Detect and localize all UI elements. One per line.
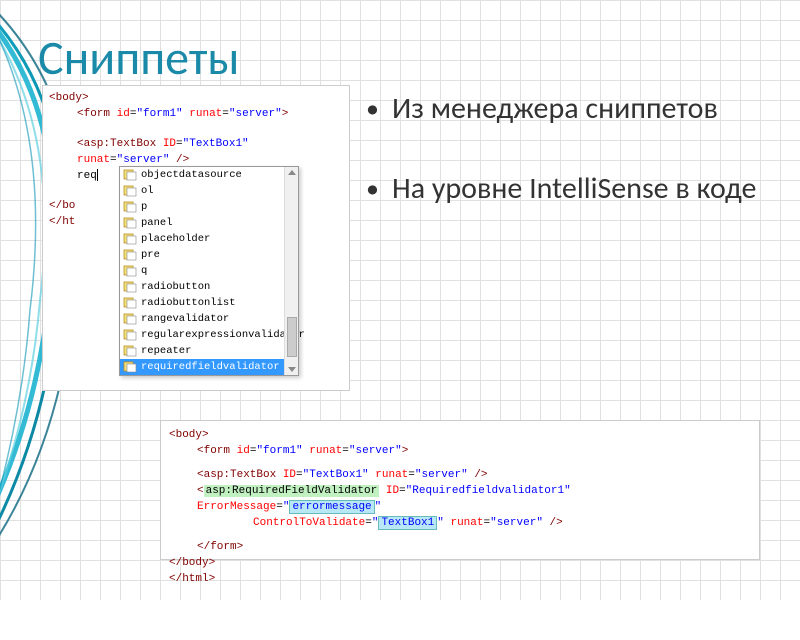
bullet-item: Из менеджера сниппетов	[366, 90, 770, 128]
typed-text: req	[77, 170, 97, 182]
highlighted-tag: asp:RequiredFieldValidator	[204, 485, 380, 497]
autocomplete-item-label: ol	[141, 185, 154, 197]
highlighted-errormessage: errormessage	[289, 500, 374, 514]
autocomplete-item[interactable]: pre	[120, 247, 298, 263]
scrollbar-thumb[interactable]	[287, 317, 297, 357]
autocomplete-item[interactable]: q	[120, 263, 298, 279]
intellisense-screenshot: <body> <form id="form1" runat="server"> …	[42, 85, 350, 391]
scrollbar[interactable]	[284, 167, 298, 375]
autocomplete-item[interactable]: objectdatasource	[120, 167, 298, 183]
autocomplete-item-label: radiobuttonlist	[141, 297, 236, 309]
snippet-icon	[123, 233, 137, 245]
bullet-item: На уровне IntelliSense в коде	[366, 170, 770, 208]
autocomplete-item-label: objectdatasource	[141, 169, 242, 181]
snippet-icon	[123, 249, 137, 261]
snippet-icon	[123, 281, 137, 293]
code-result-screenshot: <body> <form id="form1" runat="server"> …	[160, 420, 760, 560]
slide-title: Сниппеты	[38, 28, 239, 87]
autocomplete-item[interactable]: placeholder	[120, 231, 298, 247]
autocomplete-item-label: panel	[141, 217, 173, 229]
autocomplete-item-label: placeholder	[141, 233, 210, 245]
highlighted-control: TextBox1	[378, 516, 437, 530]
snippet-icon	[123, 345, 137, 357]
autocomplete-item-label: rangevalidator	[141, 313, 229, 325]
snippet-icon	[123, 297, 137, 309]
snippet-icon	[123, 201, 137, 213]
truncated-body-close: </bo	[49, 200, 75, 212]
autocomplete-item[interactable]: repeater	[120, 343, 298, 359]
autocomplete-item[interactable]: regularexpressionvalidator	[120, 327, 298, 343]
autocomplete-item-label: pre	[141, 249, 160, 261]
snippet-icon	[123, 313, 137, 325]
autocomplete-item[interactable]: p	[120, 199, 298, 215]
snippet-icon	[123, 265, 137, 277]
snippet-icon	[123, 329, 137, 341]
autocomplete-item[interactable]: radiobuttonlist	[120, 295, 298, 311]
autocomplete-item[interactable]: requiredfieldvalidator	[120, 359, 298, 375]
snippet-icon	[123, 217, 137, 229]
bullet-list: Из менеджера сниппетов На уровне Intelli…	[366, 90, 770, 249]
autocomplete-item[interactable]: rangevalidator	[120, 311, 298, 327]
autocomplete-item[interactable]: radiobutton	[120, 279, 298, 295]
text-cursor	[97, 169, 98, 181]
autocomplete-item-label: radiobutton	[141, 281, 210, 293]
snippet-icon	[123, 185, 137, 197]
autocomplete-popup[interactable]: objectdatasourceolppanelplaceholderpreqr…	[119, 166, 299, 376]
snippet-icon	[123, 169, 137, 181]
truncated-html-close: </ht	[49, 216, 75, 228]
autocomplete-item-label: requiredfieldvalidator	[141, 361, 280, 373]
autocomplete-item-label: p	[141, 201, 147, 213]
autocomplete-item[interactable]: ol	[120, 183, 298, 199]
snippet-icon	[123, 361, 137, 373]
autocomplete-item-label: repeater	[141, 345, 191, 357]
autocomplete-item-label: regularexpressionvalidator	[141, 329, 305, 341]
autocomplete-item[interactable]: panel	[120, 215, 298, 231]
autocomplete-item-label: q	[141, 265, 147, 277]
